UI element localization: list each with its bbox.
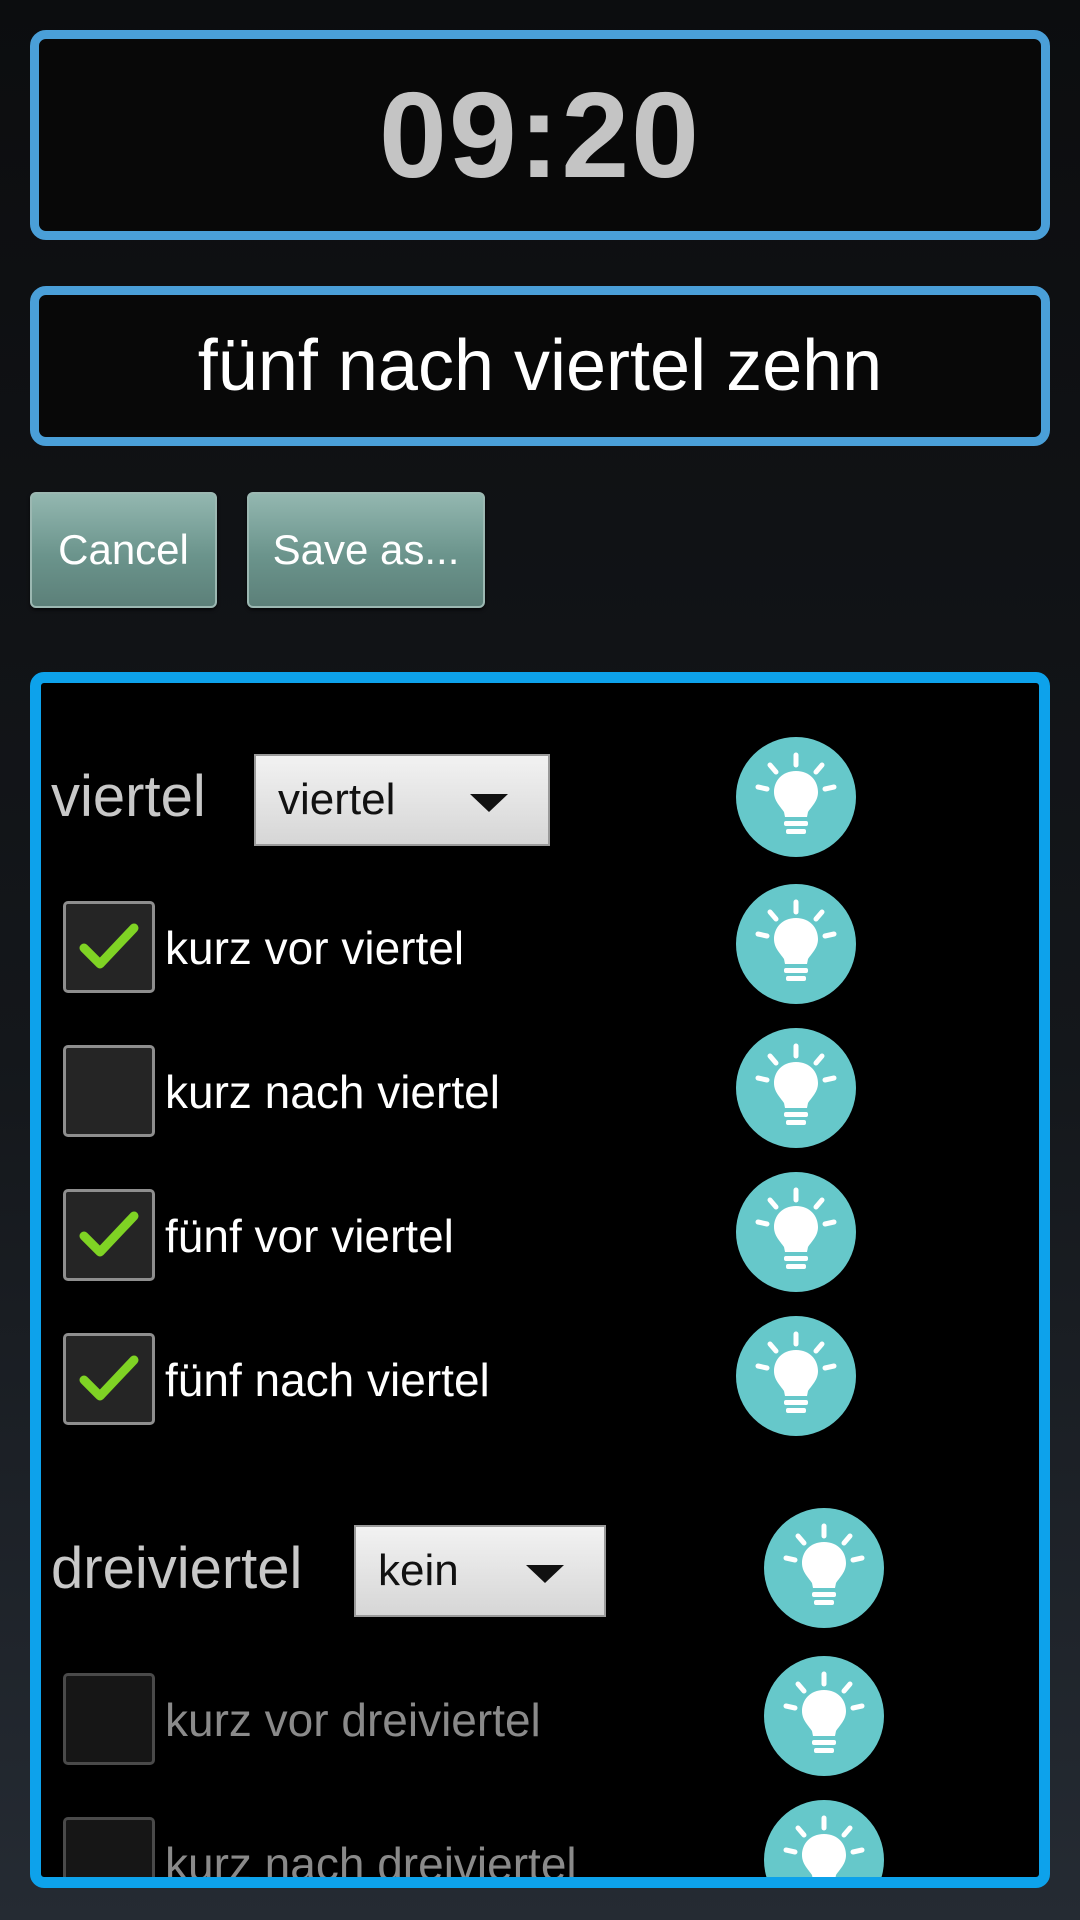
checkbox-kurz-vor-dreiviertel [63, 1673, 155, 1765]
viertel-dropdown-value: viertel [278, 775, 396, 824]
checkbox-fuenf-nach-viertel[interactable] [63, 1333, 155, 1425]
option-label: kurz vor viertel [165, 922, 465, 974]
lightbulb-icon[interactable] [736, 1172, 856, 1292]
option-label: kurz vor dreiviertel [165, 1694, 541, 1746]
time-phrase-text: fünf nach viertel zehn [197, 326, 883, 406]
lightbulb-icon[interactable] [764, 1508, 884, 1628]
save-as-button[interactable]: Save as... [247, 492, 485, 608]
section-label-dreiviertel: dreiviertel [51, 1536, 303, 1601]
checkbox-fuenf-vor-viertel[interactable] [63, 1189, 155, 1281]
section-label-viertel: viertel [51, 764, 206, 829]
checkmark-icon [79, 1355, 139, 1401]
option-label: kurz nach viertel [165, 1066, 500, 1118]
viertel-dropdown[interactable]: viertel [254, 754, 550, 846]
lightbulb-icon[interactable] [736, 1028, 856, 1148]
lightbulb-icon[interactable] [764, 1656, 884, 1776]
time-text: 09:20 [378, 67, 702, 203]
dreiviertel-dropdown[interactable]: kein [354, 1525, 606, 1617]
triangle-down-icon [470, 794, 508, 812]
lightbulb-icon[interactable] [764, 1800, 884, 1877]
settings-panel: viertel viertel kurz vor viertel kurz na… [30, 672, 1050, 1888]
checkbox-kurz-nach-viertel[interactable] [63, 1045, 155, 1137]
triangle-down-icon [526, 1565, 564, 1583]
lightbulb-icon[interactable] [736, 737, 856, 857]
lightbulb-icon[interactable] [736, 1316, 856, 1436]
checkbox-kurz-vor-viertel[interactable] [63, 901, 155, 993]
checkmark-icon [79, 1211, 139, 1257]
settings-scroll-area[interactable]: viertel viertel kurz vor viertel kurz na… [41, 683, 1039, 1877]
option-label: fünf vor viertel [165, 1210, 454, 1262]
option-label: fünf nach viertel [165, 1354, 490, 1406]
lightbulb-icon[interactable] [736, 884, 856, 1004]
option-label: kurz nach dreiviertel [165, 1838, 577, 1877]
cancel-button[interactable]: Cancel [30, 492, 217, 608]
time-phrase-display: fünf nach viertel zehn [30, 286, 1050, 446]
dreiviertel-dropdown-value: kein [378, 1546, 459, 1595]
time-display: 09:20 [30, 30, 1050, 240]
checkmark-icon [79, 923, 139, 969]
checkbox-kurz-nach-dreiviertel [63, 1817, 155, 1877]
